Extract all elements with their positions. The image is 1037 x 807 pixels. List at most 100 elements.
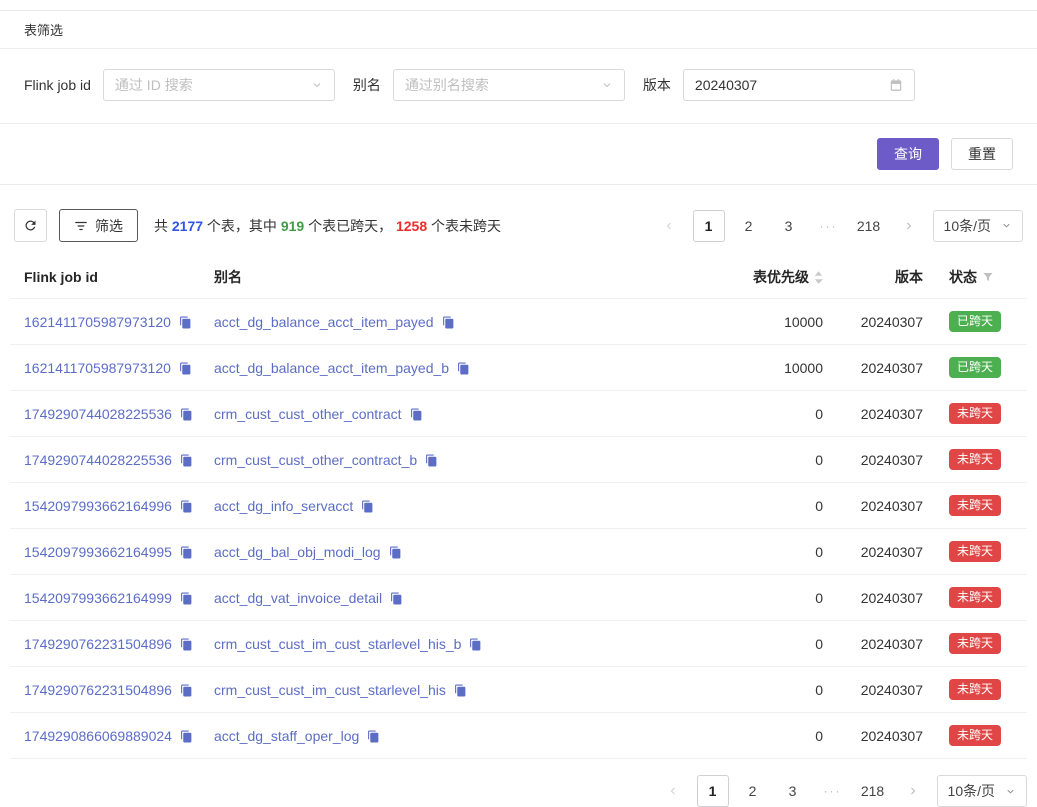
table-row: 1749290762231504896 crm_cust_cust_im_cust…	[10, 621, 1027, 667]
pagination-page-2[interactable]: 2	[737, 775, 769, 807]
pagination-page-218[interactable]: 218	[857, 775, 889, 807]
flink-job-id-link[interactable]: 1749290762231504896	[24, 636, 172, 652]
pagination-page-3[interactable]: 3	[777, 775, 809, 807]
filter-panel: 表筛选 Flink job id 通过 ID 搜索 别名 通过别名搜索 版本	[0, 10, 1037, 185]
copy-icon[interactable]	[425, 454, 438, 467]
chevron-down-icon	[601, 79, 613, 91]
alias-placeholder: 通过别名搜索	[405, 75, 489, 95]
flink-job-id-select[interactable]: 通过 ID 搜索	[103, 69, 335, 101]
status-badge: 未跨天	[949, 541, 1001, 562]
flink-job-id-link[interactable]: 1749290866069889024	[24, 728, 172, 744]
copy-icon[interactable]	[180, 592, 193, 605]
pagination-next[interactable]	[893, 210, 925, 242]
pagination-page-3[interactable]: 3	[773, 210, 805, 242]
sort-icon[interactable]	[814, 270, 823, 285]
version-cell: 20240307	[831, 575, 931, 621]
pagination-page-218[interactable]: 218	[853, 210, 885, 242]
copy-icon[interactable]	[180, 454, 193, 467]
calendar-icon	[889, 78, 903, 92]
copy-icon[interactable]	[410, 408, 423, 421]
copy-icon[interactable]	[389, 546, 402, 559]
flink-job-id-link[interactable]: 1621411705987973120	[24, 360, 171, 376]
pagination-next[interactable]	[897, 775, 929, 807]
refresh-button[interactable]	[14, 209, 47, 242]
copy-icon[interactable]	[180, 408, 193, 421]
alias-link[interactable]: acct_dg_staff_oper_log	[214, 728, 359, 744]
table-row: 1542097993662164995 acct_dg_bal_obj_modi_…	[10, 529, 1027, 575]
copy-icon[interactable]	[469, 638, 482, 651]
copy-icon[interactable]	[180, 500, 193, 513]
copy-icon[interactable]	[457, 362, 470, 375]
copy-icon[interactable]	[361, 500, 374, 513]
query-button[interactable]: 查询	[877, 138, 939, 170]
reset-button[interactable]: 重置	[951, 138, 1013, 170]
version-date-input[interactable]: 20240307	[683, 69, 915, 101]
header-version: 版本	[831, 256, 931, 299]
flink-job-id-link[interactable]: 1749290744028225536	[24, 452, 172, 468]
copy-icon[interactable]	[180, 546, 193, 559]
flink-job-id-link[interactable]: 1542097993662164996	[24, 498, 172, 514]
copy-icon[interactable]	[442, 316, 455, 329]
copy-icon[interactable]	[367, 730, 380, 743]
table-row: 1542097993662164999 acct_dg_vat_invoice_d…	[10, 575, 1027, 621]
copy-icon[interactable]	[180, 684, 193, 697]
priority-cell: 0	[711, 575, 831, 621]
page-size-select[interactable]: 10条/页	[937, 775, 1027, 807]
priority-cell: 0	[711, 667, 831, 713]
priority-cell: 0	[711, 437, 831, 483]
alias-link[interactable]: crm_cust_cust_im_cust_starlevel_his	[214, 682, 446, 698]
page-size-select[interactable]: 10条/页	[933, 210, 1023, 242]
summary-total-count: 2177	[172, 218, 203, 234]
pagination-ellipsis[interactable]: ···	[817, 775, 849, 807]
status-badge: 未跨天	[949, 679, 1001, 700]
filter-fields-row: Flink job id 通过 ID 搜索 别名 通过别名搜索 版本 20240…	[0, 49, 1037, 124]
copy-icon[interactable]	[180, 730, 193, 743]
results-table: Flink job id 别名 表优先级 版本 状态	[10, 256, 1027, 759]
header-priority[interactable]: 表优先级	[711, 256, 831, 299]
pagination-prev[interactable]	[653, 210, 685, 242]
alias-link[interactable]: acct_dg_balance_acct_item_payed	[214, 314, 434, 330]
filter-toggle-label: 筛选	[95, 216, 123, 236]
filter-funnel-icon[interactable]	[982, 271, 994, 283]
version-cell: 20240307	[831, 529, 931, 575]
copy-icon[interactable]	[390, 592, 403, 605]
chevron-right-icon	[903, 220, 915, 232]
flink-job-id-link[interactable]: 1621411705987973120	[24, 314, 171, 330]
summary-text: 共 2177 个表，其中 919 个表已跨天， 1258 个表未跨天	[154, 216, 501, 236]
alias-link[interactable]: acct_dg_vat_invoice_detail	[214, 590, 382, 606]
copy-icon[interactable]	[180, 638, 193, 651]
status-badge: 已跨天	[949, 357, 1001, 378]
alias-link[interactable]: crm_cust_cust_im_cust_starlevel_his_b	[214, 636, 461, 652]
pagination-page-1[interactable]: 1	[693, 210, 725, 242]
flink-job-id-link[interactable]: 1749290744028225536	[24, 406, 172, 422]
alias-link[interactable]: acct_dg_bal_obj_modi_log	[214, 544, 381, 560]
flink-job-id-link[interactable]: 1542097993662164999	[24, 590, 172, 606]
status-badge: 已跨天	[949, 311, 1001, 332]
filter-toggle-button[interactable]: 筛选	[59, 209, 138, 242]
flink-job-id-link[interactable]: 1749290762231504896	[24, 682, 172, 698]
pagination-ellipsis[interactable]: ···	[813, 210, 845, 242]
priority-cell: 0	[711, 621, 831, 667]
copy-icon[interactable]	[179, 316, 192, 329]
copy-icon[interactable]	[454, 684, 467, 697]
alias-link[interactable]: acct_dg_balance_acct_item_payed_b	[214, 360, 449, 376]
version-cell: 20240307	[831, 391, 931, 437]
flink-job-id-link[interactable]: 1542097993662164995	[24, 544, 172, 560]
chevron-right-icon	[907, 785, 919, 797]
alias-link[interactable]: crm_cust_cust_other_contract	[214, 406, 402, 422]
table-row: 1542097993662164996 acct_dg_info_servacct…	[10, 483, 1027, 529]
pagination-page-1[interactable]: 1	[697, 775, 729, 807]
alias-link[interactable]: acct_dg_info_servacct	[214, 498, 353, 514]
summary-uncrossed-count: 1258	[396, 218, 427, 234]
filter-lines-icon	[74, 219, 88, 233]
alias-link[interactable]: crm_cust_cust_other_contract_b	[214, 452, 417, 468]
pagination-prev[interactable]	[657, 775, 689, 807]
version-cell: 20240307	[831, 345, 931, 391]
alias-select[interactable]: 通过别名搜索	[393, 69, 625, 101]
status-badge: 未跨天	[949, 633, 1001, 654]
table-row: 1749290744028225536 crm_cust_cust_other_c…	[10, 437, 1027, 483]
chevron-down-icon	[1001, 220, 1012, 231]
pagination-page-2[interactable]: 2	[733, 210, 765, 242]
copy-icon[interactable]	[179, 362, 192, 375]
priority-cell: 0	[711, 713, 831, 759]
